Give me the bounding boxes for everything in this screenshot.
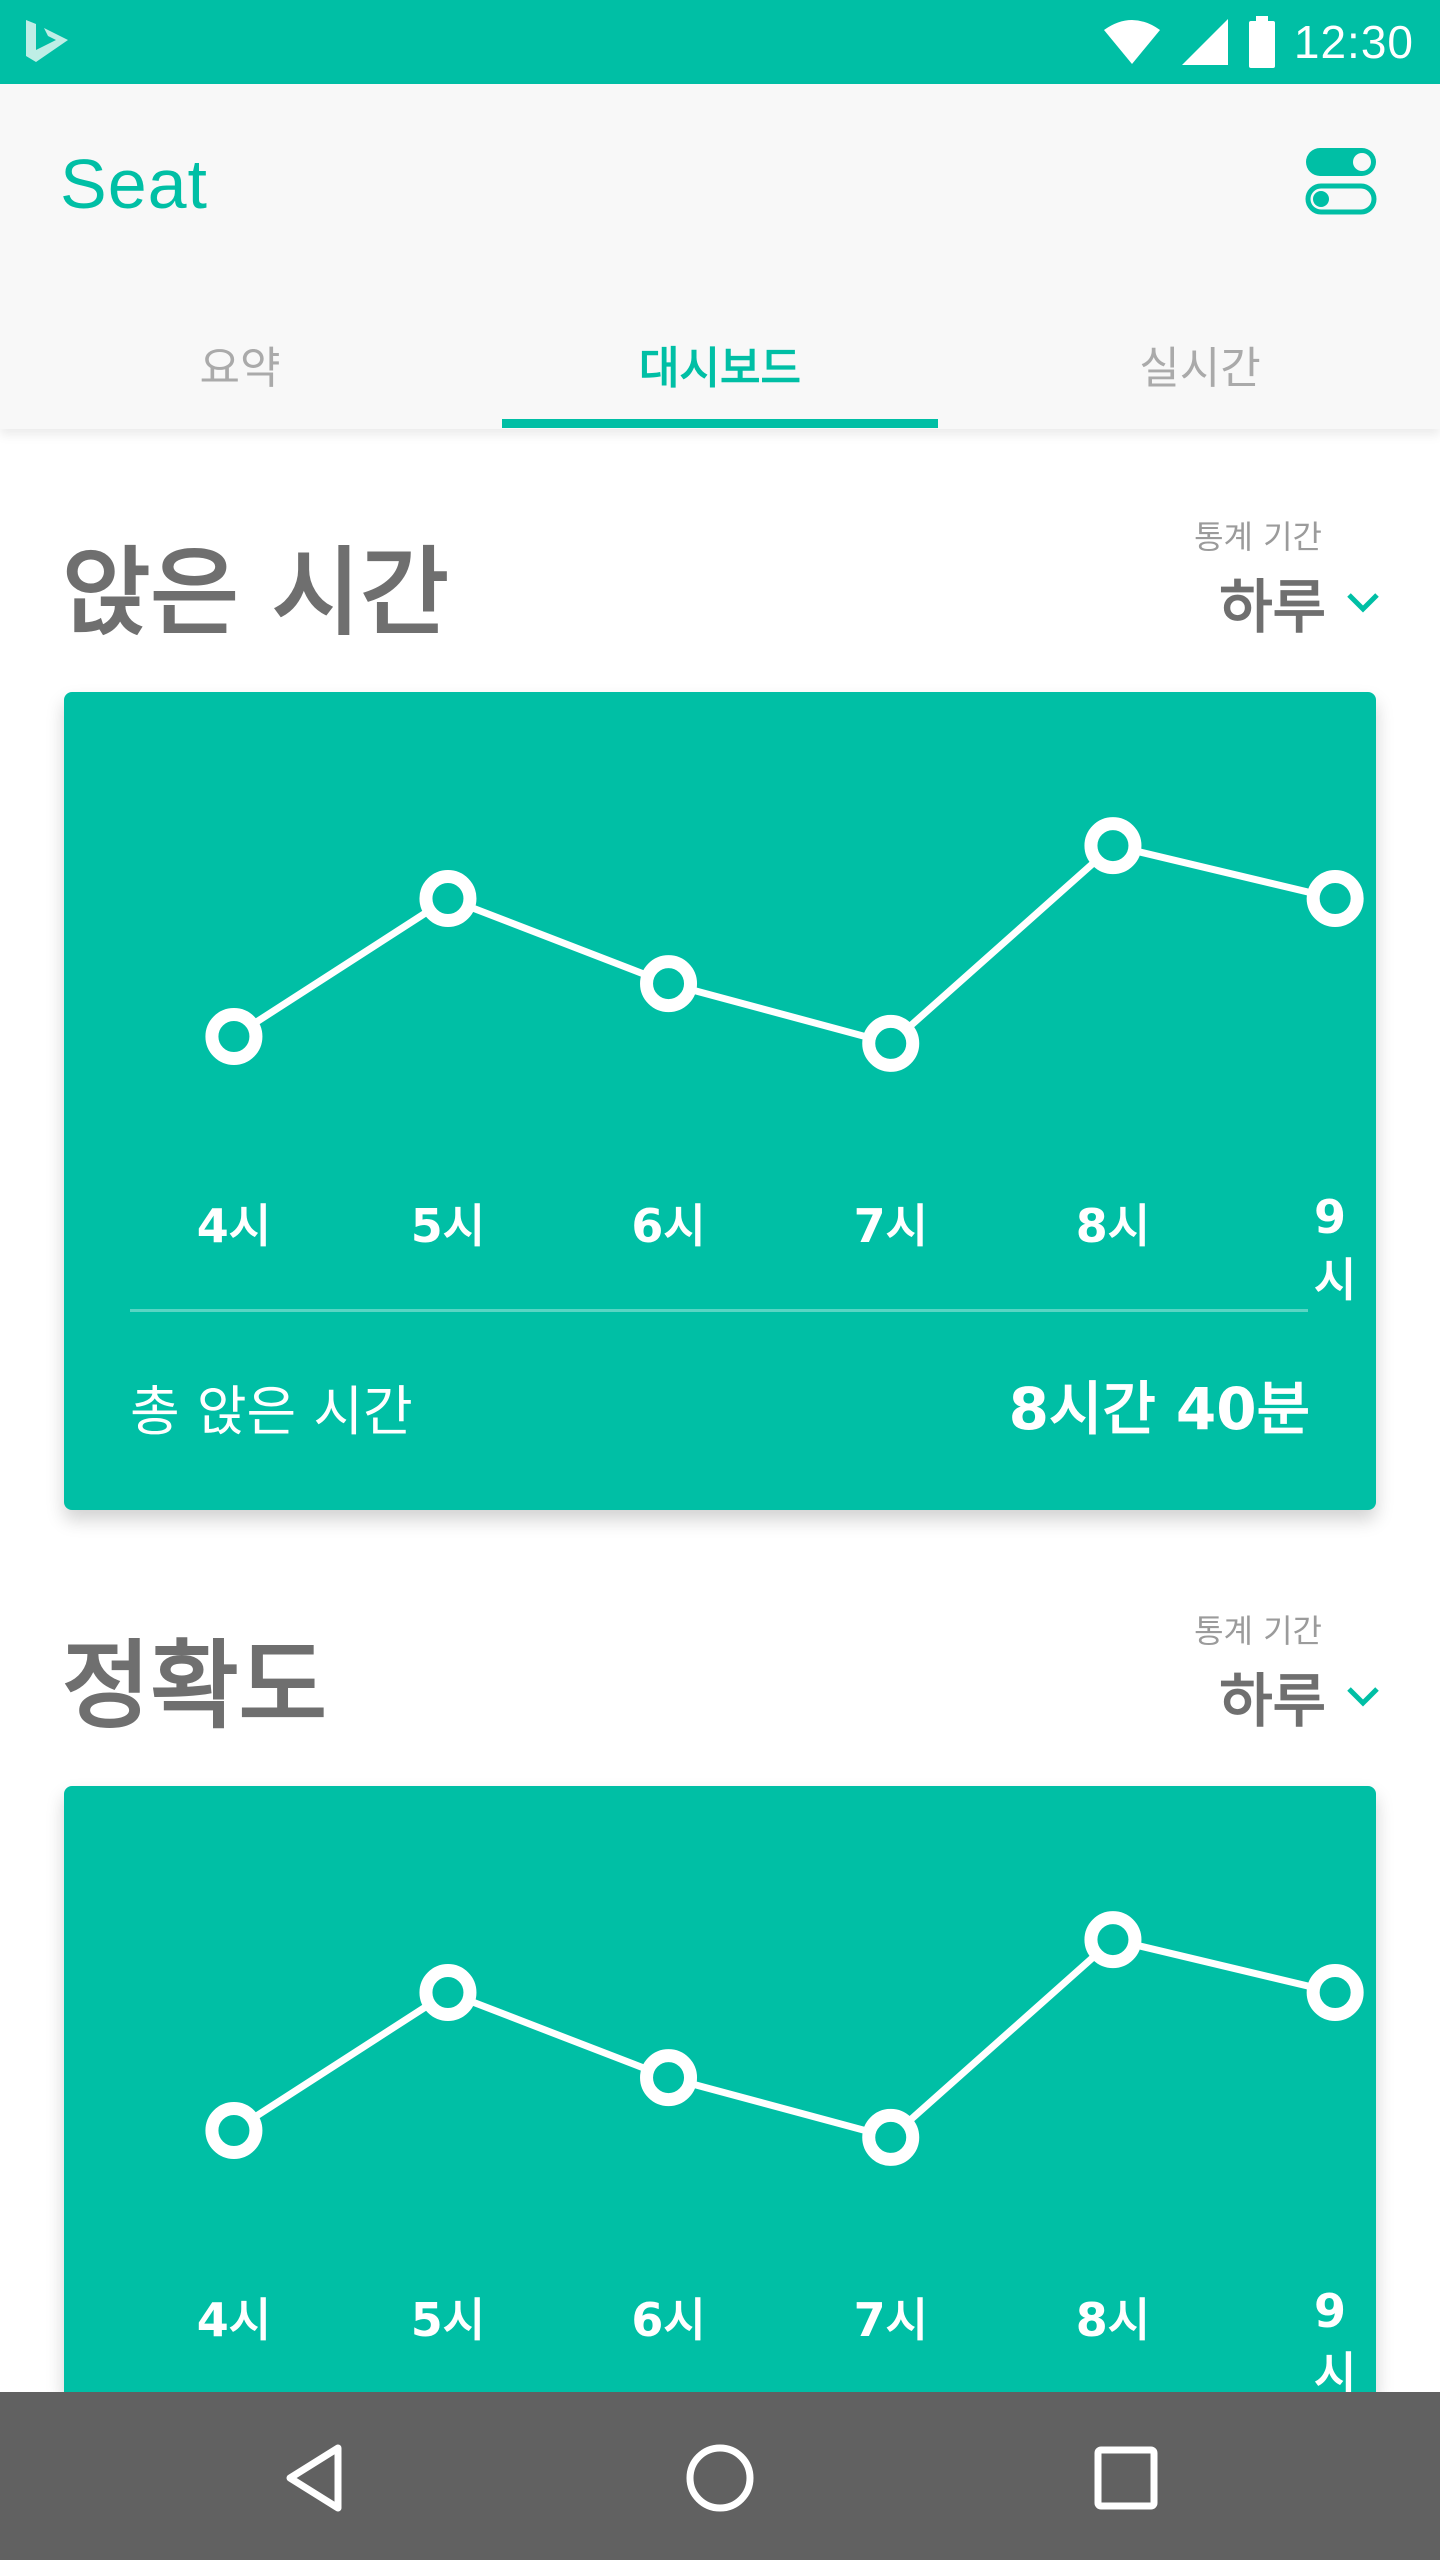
tab-indicator	[502, 419, 938, 428]
series-line	[232, 1936, 1336, 2141]
tab-dashboard[interactable]: 대시보드	[480, 299, 960, 429]
x-axis-labels: 4시 5시 6시 7시 8시 9시	[64, 2284, 1376, 2392]
wifi-icon	[1103, 20, 1160, 64]
x-tick-label: 9시	[1313, 2284, 1357, 2392]
x-tick-label: 4시	[196, 2293, 272, 2347]
data-point-6시[interactable]	[640, 955, 698, 1013]
x-tick-label: 7시	[853, 1199, 928, 1253]
data-point-9시[interactable]	[1306, 1964, 1364, 2021]
signal-icon	[1181, 19, 1228, 65]
x-axis-labels: 4시 5시 6시 7시 8시 9시	[64, 1190, 1376, 1307]
x-tick-label: 6시	[631, 1199, 706, 1253]
data-point-6시[interactable]	[640, 2049, 698, 2107]
data-point-8시[interactable]	[1084, 817, 1142, 875]
period-value: 하루	[1219, 573, 1326, 641]
x-tick-label: 5시	[410, 1199, 486, 1253]
tab-summary[interactable]: 요약	[0, 299, 480, 429]
data-point-4시[interactable]	[205, 2102, 263, 2159]
data-point-5시[interactable]	[419, 870, 477, 927]
back-icon[interactable]	[280, 2442, 352, 2514]
x-tick-label: 8시	[1075, 2293, 1151, 2347]
data-point-5시[interactable]	[419, 1964, 477, 2021]
status-time: 12:30	[1293, 16, 1414, 68]
section-title-accuracy: 정확도	[62, 1630, 327, 1742]
period-dropdown[interactable]: 하루	[1219, 1654, 1380, 1738]
total-sitting-value: 8시간 40분	[1008, 1375, 1310, 1443]
data-point-8시[interactable]	[1084, 1911, 1142, 1969]
accuracy-chart	[205, 1911, 1364, 2166]
accuracy-card: 4시 5시 6시 7시 8시 9시	[64, 1786, 1376, 2392]
app-bar: Seat 요약 대시보드 실시간	[0, 84, 1440, 429]
battery-icon	[1248, 16, 1275, 68]
card-divider	[130, 1309, 1308, 1312]
x-tick-label: 4시	[196, 1199, 272, 1253]
home-icon[interactable]	[684, 2442, 756, 2514]
app-title: Seat	[60, 145, 208, 223]
bing-logo-icon	[26, 20, 68, 62]
tab-realtime[interactable]: 실시간	[960, 299, 1440, 429]
x-tick-label: 8시	[1075, 1199, 1151, 1253]
recents-icon[interactable]	[1090, 2442, 1162, 2514]
period-dropdown[interactable]: 하루	[1219, 560, 1380, 644]
series-line	[232, 842, 1336, 1047]
system-nav-bar	[0, 2392, 1440, 2560]
data-point-7시[interactable]	[862, 2108, 920, 2166]
section-title-sitting-time: 앉은 시간	[62, 537, 449, 649]
total-sitting-label: 총 앉은 시간	[130, 1380, 413, 1443]
period-label: 통계 기간	[1194, 1612, 1322, 1650]
data-point-4시[interactable]	[205, 1008, 263, 1065]
tab-bar: 요약 대시보드 실시간	[0, 299, 1440, 429]
period-value: 하루	[1219, 1667, 1326, 1735]
data-point-7시[interactable]	[862, 1014, 920, 1072]
status-bar: 12:30	[0, 0, 1440, 84]
x-tick-label: 9시	[1313, 1190, 1357, 1307]
toggle-icon[interactable]	[1304, 144, 1378, 218]
x-tick-label: 6시	[631, 2293, 706, 2347]
chevron-down-icon	[1347, 593, 1379, 613]
x-tick-label: 5시	[410, 2293, 486, 2347]
chevron-down-icon	[1347, 1687, 1379, 1707]
period-label: 통계 기간	[1194, 518, 1322, 556]
sitting-time-card: 4시 5시 6시 7시 8시 9시 총 앉은 시간 8시간 40분	[64, 692, 1376, 1510]
sitting-time-chart	[205, 817, 1364, 1072]
data-point-9시[interactable]	[1306, 870, 1364, 927]
x-tick-label: 7시	[853, 2293, 928, 2347]
